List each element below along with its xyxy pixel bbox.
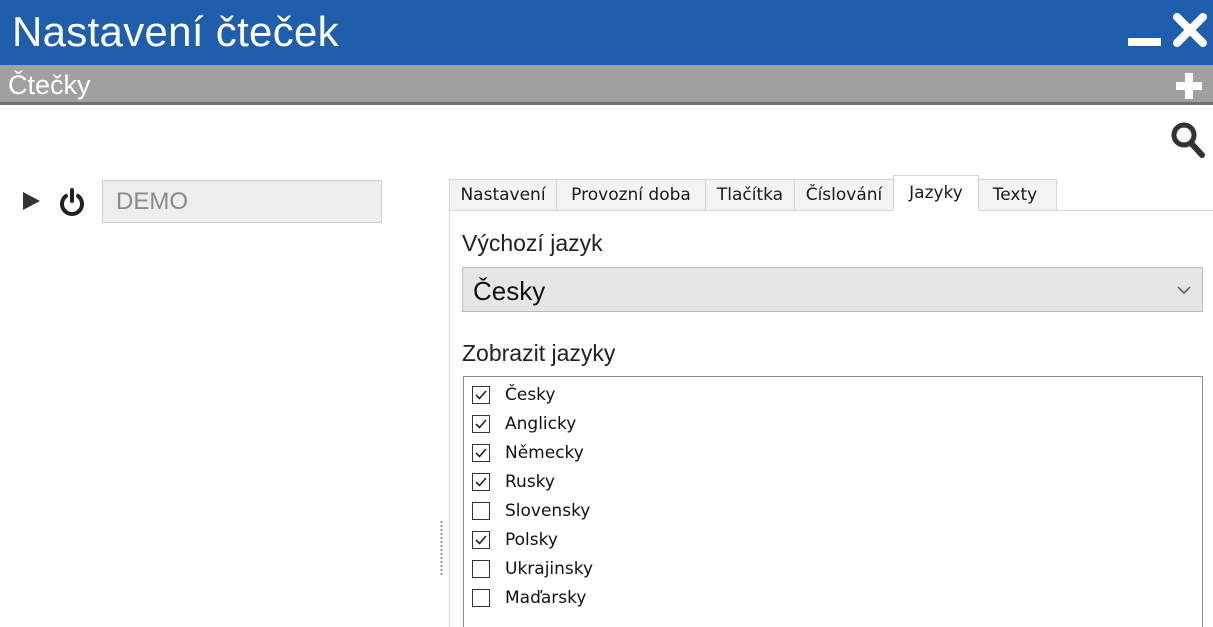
section-title: Čtečky xyxy=(8,70,91,100)
play-triangle-icon xyxy=(23,192,40,210)
tab-texty[interactable]: Texty xyxy=(973,179,1057,211)
reader-name-field[interactable]: DEMO xyxy=(102,180,382,223)
language-label: Rusky xyxy=(505,472,555,492)
language-label: Slovensky xyxy=(505,501,591,521)
tab-provozni-doba[interactable]: Provozní doba xyxy=(556,179,706,211)
minimize-button[interactable] xyxy=(1127,12,1163,48)
language-label: Polsky xyxy=(505,530,558,550)
window-title: Nastavení čteček xyxy=(12,8,339,55)
search-button[interactable] xyxy=(1170,120,1206,158)
language-checkbox[interactable] xyxy=(472,502,490,520)
minimize-icon xyxy=(1128,38,1161,46)
expand-reader-button[interactable] xyxy=(20,190,42,212)
language-checkbox[interactable] xyxy=(472,560,490,578)
show-languages-label: Zobrazit jazyky xyxy=(462,340,616,366)
checkmark-icon xyxy=(475,477,487,487)
panel-splitter[interactable] xyxy=(440,520,443,576)
language-label: Ukrajinsky xyxy=(505,559,594,579)
close-icon xyxy=(1173,13,1207,47)
default-language-value: Česky xyxy=(473,276,546,306)
default-language-label: Výchozí jazyk xyxy=(462,230,603,256)
checkmark-icon xyxy=(475,390,487,400)
language-checkbox[interactable] xyxy=(472,473,490,491)
tab-nastaveni[interactable]: Nastavení xyxy=(449,179,557,211)
section-bar: Čtečky xyxy=(0,65,1213,105)
language-label: Anglicky xyxy=(505,414,577,434)
language-label: Maďarsky xyxy=(505,588,587,608)
tab-cislovani[interactable]: Číslování xyxy=(794,179,894,211)
plus-icon xyxy=(1176,73,1202,99)
checkmark-icon xyxy=(475,419,487,429)
language-checkbox[interactable] xyxy=(472,415,490,433)
search-icon xyxy=(1171,122,1205,158)
tab-jazyky[interactable]: Jazyky xyxy=(893,175,979,211)
languages-list: Česky Anglicky Německy Rusky Slovensky P… xyxy=(463,376,1203,627)
language-label: Česky xyxy=(505,385,556,405)
default-language-select[interactable]: Česky xyxy=(462,267,1203,312)
title-bar: Nastavení čteček xyxy=(0,0,1213,65)
power-icon xyxy=(60,188,84,216)
add-reader-button[interactable] xyxy=(1176,73,1202,99)
chevron-down-icon xyxy=(1177,286,1191,295)
language-checkbox[interactable] xyxy=(472,386,490,404)
checkmark-icon xyxy=(475,448,487,458)
language-checkbox[interactable] xyxy=(472,444,490,462)
tab-tlacitka[interactable]: Tlačítka xyxy=(705,179,795,211)
language-label: Německy xyxy=(505,443,584,463)
language-checkbox[interactable] xyxy=(472,531,490,549)
checkmark-icon xyxy=(475,535,487,545)
language-checkbox[interactable] xyxy=(472,589,490,607)
close-button[interactable] xyxy=(1172,12,1208,48)
power-toggle-button[interactable] xyxy=(58,188,86,216)
